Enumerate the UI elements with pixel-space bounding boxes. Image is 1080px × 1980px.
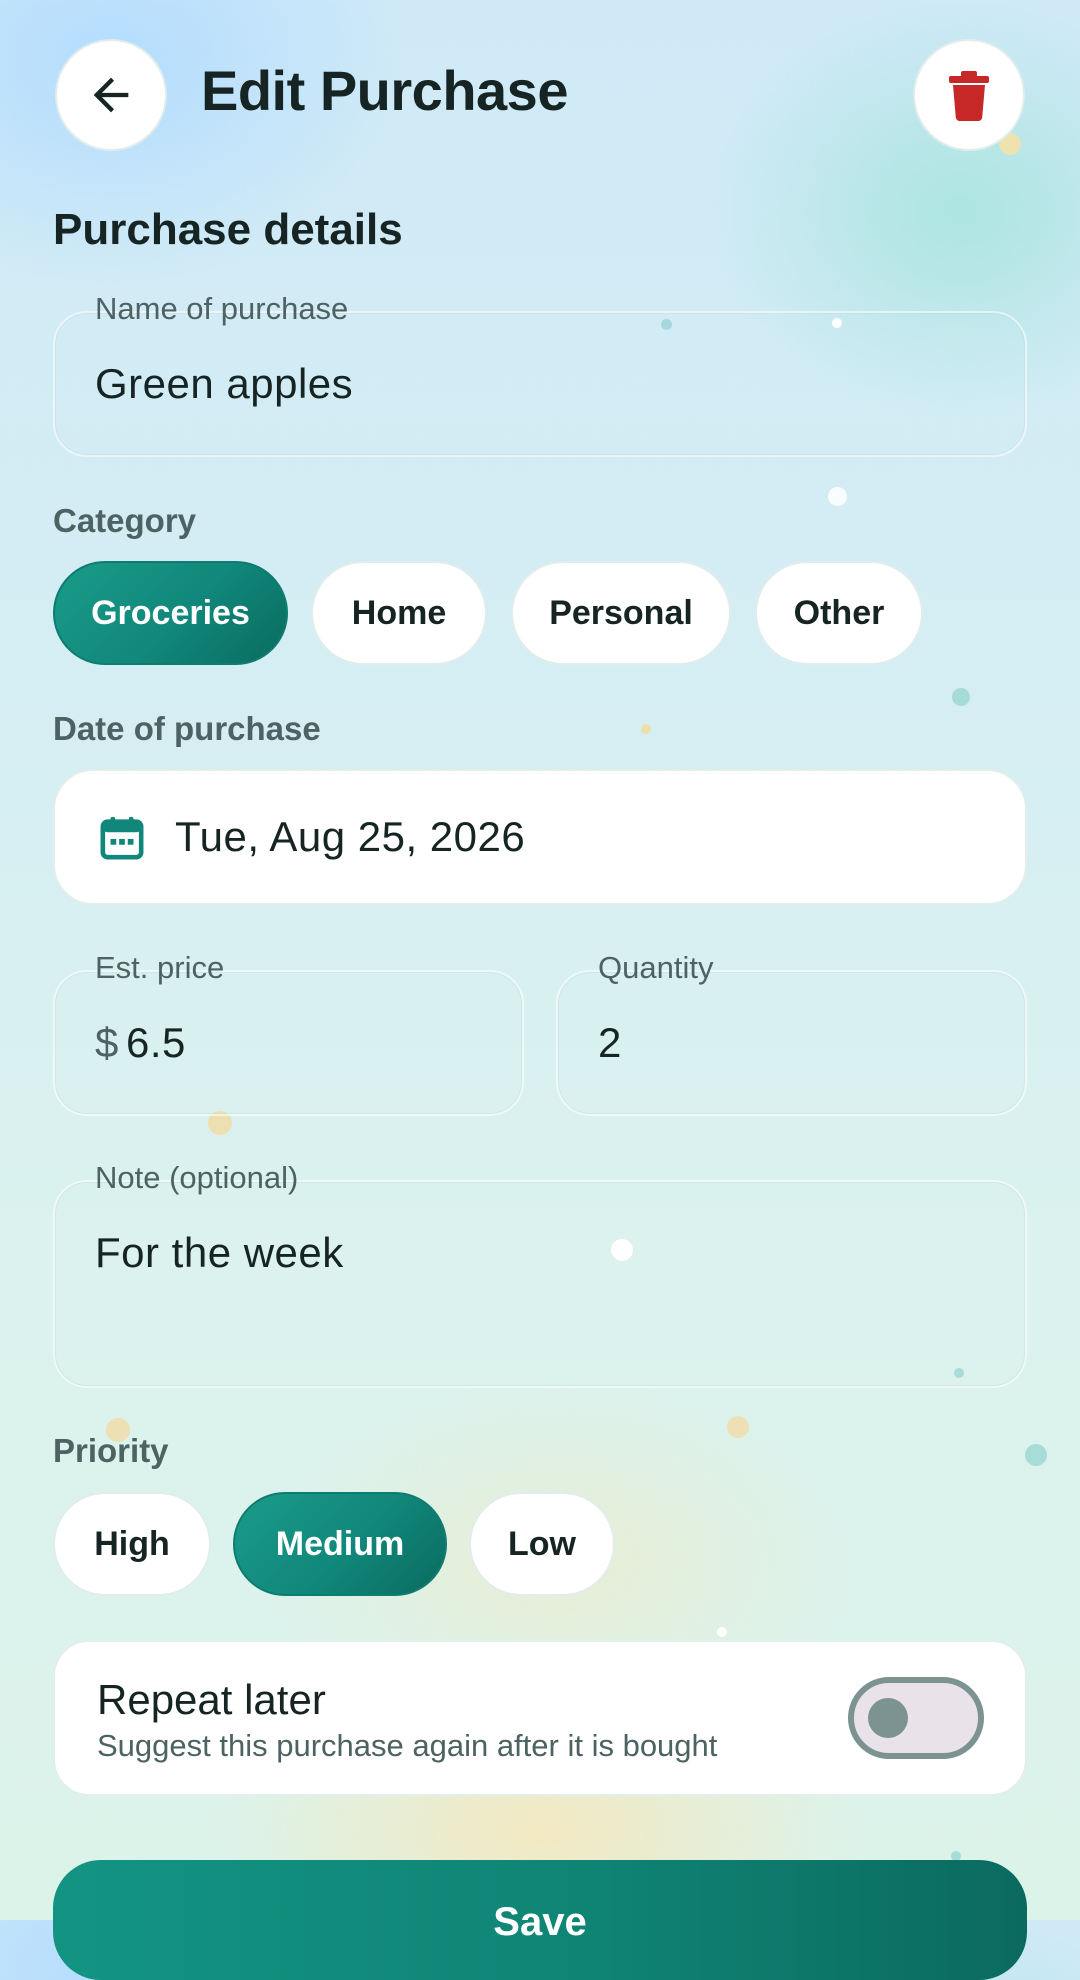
decor-dot <box>1025 1444 1047 1466</box>
category-label: Category <box>53 502 197 539</box>
delete-button[interactable] <box>913 39 1025 151</box>
date-label: Date of purchase <box>53 710 321 747</box>
category-chip-home[interactable]: Home <box>311 561 487 665</box>
page-title: Edit Purchase <box>201 59 568 122</box>
price-field-value: 6.5 <box>126 1019 186 1066</box>
calendar-icon <box>100 816 144 860</box>
priority-chip-low[interactable]: Low <box>469 1492 615 1596</box>
decor-dot <box>717 1627 727 1637</box>
note-field[interactable] <box>53 1180 1027 1388</box>
date-picker[interactable]: Tue, Aug 25, 2026 <box>53 769 1027 905</box>
save-button-label: Save <box>493 1900 587 1944</box>
note-field-label: Note (optional) <box>85 1160 309 1196</box>
trash-icon <box>949 71 989 121</box>
arrow-left-icon <box>93 77 129 113</box>
note-field-value: For the week <box>95 1229 344 1276</box>
name-field-label: Name of purchase <box>85 291 359 327</box>
toggle-knob <box>868 1698 908 1738</box>
category-chip-other[interactable]: Other <box>755 561 923 665</box>
name-field-value: Green apples <box>95 360 354 407</box>
decor-dot <box>952 688 970 706</box>
price-field-label: Est. price <box>85 950 235 986</box>
decor-dot <box>828 487 847 506</box>
decor-dot <box>727 1416 749 1438</box>
price-field[interactable] <box>53 970 524 1116</box>
priority-chip-high[interactable]: High <box>53 1492 211 1596</box>
date-value: Tue, Aug 25, 2026 <box>175 813 526 860</box>
section-title: Purchase details <box>53 205 403 254</box>
category-chip-personal[interactable]: Personal <box>511 561 731 665</box>
priority-chip-medium[interactable]: Medium <box>233 1492 447 1596</box>
save-button[interactable]: Save <box>53 1860 1027 1980</box>
decor-dot <box>641 724 651 734</box>
quantity-field[interactable] <box>556 970 1027 1116</box>
priority-label: Priority <box>53 1432 169 1469</box>
repeat-later-toggle[interactable] <box>848 1677 984 1759</box>
repeat-later-subtitle: Suggest this purchase again after it is … <box>97 1728 718 1763</box>
quantity-field-label: Quantity <box>588 950 724 986</box>
category-chip-groceries[interactable]: Groceries <box>53 561 288 665</box>
back-button[interactable] <box>55 39 167 151</box>
price-prefix: $ <box>95 1019 119 1066</box>
quantity-field-value: 2 <box>598 1019 622 1066</box>
repeat-later-title: Repeat later <box>97 1676 326 1723</box>
